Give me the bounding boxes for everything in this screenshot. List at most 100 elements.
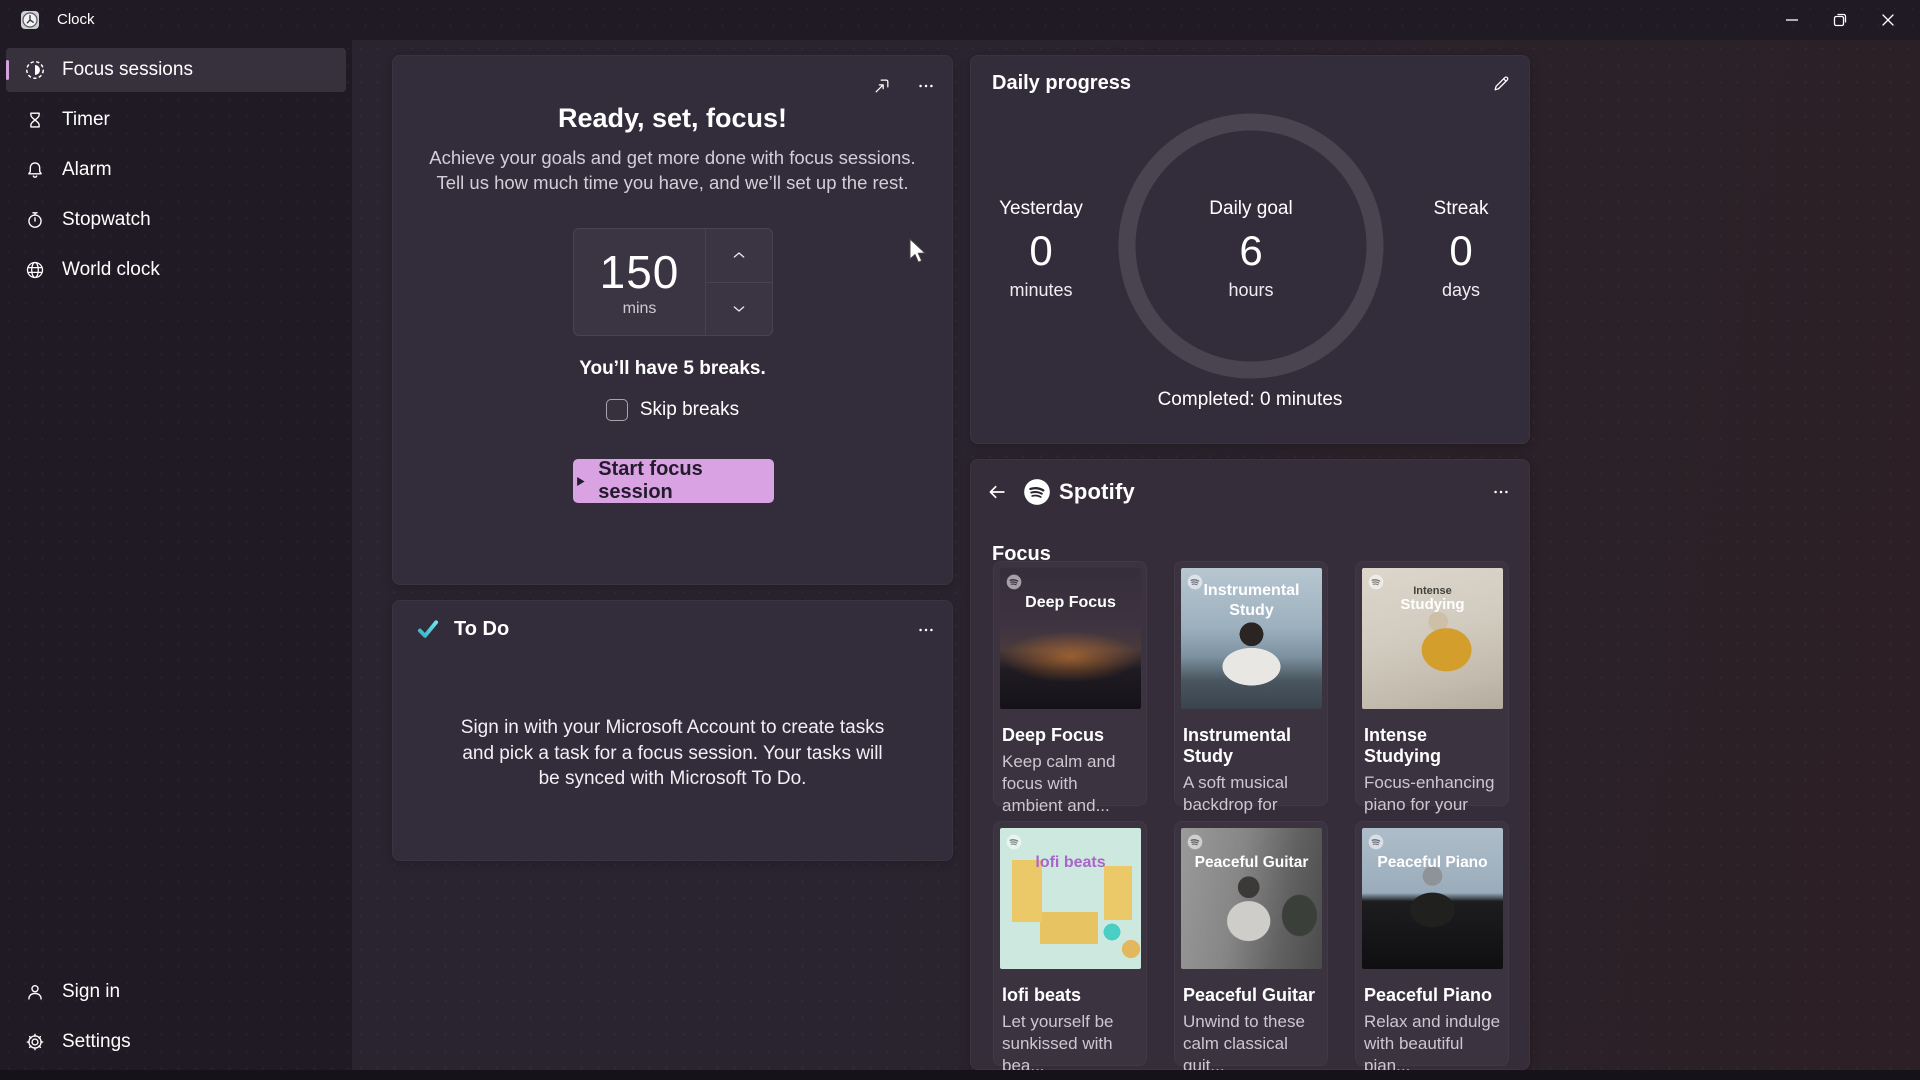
playlist-tile-deep-focus[interactable]: Deep Focus Deep Focus Keep calm and focu…	[993, 561, 1147, 815]
chevron-down-icon	[733, 306, 745, 312]
sidebar-item-sign-in[interactable]: Sign in	[6, 970, 346, 1014]
stopwatch-icon	[24, 209, 46, 231]
playlist-name: Intense Studying	[1364, 725, 1441, 766]
todo-card-title: To Do	[454, 617, 510, 640]
stat-streak: Streak 0 days	[1391, 196, 1531, 302]
artwork-text: lofi beats	[1035, 854, 1106, 871]
sidebar-item-label: World clock	[62, 259, 160, 280]
todo-card: To Do Sign in with your Microsoft Accoun…	[392, 600, 953, 861]
sidebar-nav: Focus sessions Timer Alarm Stopwatch Wor…	[6, 48, 346, 298]
spotify-mini-logo-icon	[1368, 834, 1384, 850]
playlist-tile-instrumental-study[interactable]: Instrumental Study Instrumental Study A s…	[1174, 561, 1328, 836]
edit-goal-icon[interactable]	[1485, 68, 1517, 100]
stat-unit: minutes	[1009, 280, 1073, 300]
playlist-artwork: Peaceful Piano	[1362, 828, 1503, 969]
minutes-display[interactable]: 150 mins	[574, 229, 706, 335]
stat-label: Daily goal	[1209, 198, 1293, 219]
artwork-text: Peaceful Piano	[1377, 854, 1488, 871]
focus-sessions-icon	[24, 59, 46, 81]
minutes-increase-button[interactable]	[706, 229, 772, 283]
sidebar-item-timer[interactable]: Timer	[6, 98, 346, 142]
artwork-text: Deep Focus	[1025, 594, 1116, 611]
playlist-artwork: Instrumental Study	[1181, 568, 1322, 709]
playlist-description: Unwind to these calm classical guit...	[1183, 1012, 1305, 1075]
stat-label: Yesterday	[999, 198, 1083, 219]
start-button-label: Start focus session	[598, 458, 703, 503]
focus-session-card: Ready, set, focus! Achieve your goals an…	[392, 55, 953, 585]
artwork-text: Studying	[1400, 596, 1465, 613]
artwork-text: Study	[1229, 602, 1274, 619]
sidebar-item-label: Focus sessions	[62, 59, 193, 80]
start-focus-session-button[interactable]: Start focus session	[573, 458, 774, 503]
playlist-description: Let yourself be sunkissed with bea...	[1002, 1012, 1114, 1075]
popout-focus-icon[interactable]	[866, 70, 898, 102]
playlist-name: Instrumental Study	[1183, 725, 1292, 766]
person-icon	[24, 981, 46, 1003]
stat-daily-goal: Daily goal 6 hours	[1181, 196, 1321, 302]
back-arrow-icon[interactable]	[981, 476, 1013, 508]
stat-label: Streak	[1433, 198, 1489, 219]
clock-app-icon	[20, 10, 40, 30]
titlebar: Clock	[0, 0, 1920, 40]
sidebar-bottom: Sign in Settings	[6, 970, 346, 1070]
play-icon	[577, 476, 585, 486]
stat-unit: hours	[1228, 280, 1274, 300]
clock-app-window: Clock Focus sessions Timer Alarm Stopwat…	[0, 0, 1920, 1080]
sidebar-item-label: Alarm	[62, 159, 112, 180]
stat-value: 0	[1449, 227, 1473, 274]
playlist-artwork: lofi beats	[1000, 828, 1141, 969]
sidebar-item-alarm[interactable]: Alarm	[6, 148, 346, 192]
sidebar-item-settings[interactable]: Settings	[6, 1020, 346, 1064]
sidebar-item-label: Timer	[62, 109, 110, 130]
window-controls	[1768, 0, 1912, 40]
todo-check-icon	[417, 620, 439, 638]
todo-signin-message: Sign in with your Microsoft Account to c…	[460, 717, 885, 789]
minutes-decrease-button[interactable]	[706, 283, 772, 336]
spotify-more-options-icon[interactable]	[1485, 476, 1517, 508]
skip-breaks-checkbox[interactable]	[605, 399, 628, 421]
playlist-description: Keep calm and focus with ambient and...	[1002, 752, 1116, 815]
sidebar-item-world-clock[interactable]: World clock	[6, 248, 346, 292]
spotify-mini-logo-icon	[1006, 834, 1022, 850]
sidebar-item-focus-sessions[interactable]: Focus sessions	[6, 48, 346, 92]
daily-progress-title: Daily progress	[992, 72, 1131, 94]
stat-yesterday: Yesterday 0 minutes	[971, 196, 1111, 302]
playlist-description: Relax and indulge with beautiful pian...	[1364, 1012, 1501, 1075]
artwork-text: Peaceful Guitar	[1194, 854, 1309, 871]
restore-button[interactable]	[1816, 0, 1864, 40]
playlist-artwork: Deep Focus	[1000, 568, 1141, 709]
spotify-wordmark: Spotify	[1059, 479, 1135, 504]
playlist-tile-intense-studying[interactable]: Intense Studying Intense Studying Focus-e…	[1355, 561, 1509, 836]
stat-value: 0	[1029, 227, 1053, 274]
minimize-button[interactable]	[1768, 0, 1816, 40]
chevron-up-icon	[733, 252, 745, 258]
alarm-bell-icon	[24, 159, 46, 181]
playlist-tile-lofi-beats[interactable]: lofi beats lofi beats Let yourself be su…	[993, 821, 1147, 1075]
spotify-mini-logo-icon	[1187, 834, 1203, 850]
mouse-cursor	[909, 238, 927, 263]
sidebar-item-stopwatch[interactable]: Stopwatch	[6, 198, 346, 242]
playlist-name: lofi beats	[1002, 985, 1082, 1005]
world-clock-icon	[24, 259, 46, 281]
todo-more-options-icon[interactable]	[910, 614, 942, 646]
breaks-info-text: You’ll have 5 breaks.	[579, 358, 766, 379]
spotify-logo-icon	[1024, 479, 1050, 505]
focus-card-subtitle: Achieve your goals and get more done wit…	[429, 147, 916, 193]
stat-value: 6	[1239, 227, 1263, 274]
sidebar-item-label: Sign in	[62, 981, 121, 1002]
playlist-tile-peaceful-piano[interactable]: Peaceful Piano Peaceful Piano Relax and …	[1355, 821, 1509, 1075]
sidebar: Focus sessions Timer Alarm Stopwatch Wor…	[0, 40, 352, 1080]
playlist-grid: Deep Focus Deep Focus Keep calm and focu…	[993, 561, 1509, 1075]
daily-progress-card: Daily progress Yesterday 0 minutes Daily…	[970, 55, 1530, 444]
minutes-stepper: 150 mins	[573, 228, 773, 336]
playlist-tile-peaceful-guitar[interactable]: Peaceful Guitar Peaceful Guitar Unwind t…	[1174, 821, 1328, 1075]
timer-icon	[24, 109, 46, 131]
window-bottom-edge	[0, 1070, 1920, 1080]
sidebar-item-label: Settings	[62, 1031, 131, 1052]
artwork-text: Instrumental	[1203, 582, 1300, 599]
playlist-artwork: Intense Studying	[1362, 568, 1503, 709]
more-options-icon[interactable]	[910, 70, 942, 102]
spotify-card: Spotify Focus Deep Focus Deep Focus Keep…	[970, 459, 1530, 1075]
close-button[interactable]	[1864, 0, 1912, 40]
window-title: Clock	[57, 11, 95, 28]
